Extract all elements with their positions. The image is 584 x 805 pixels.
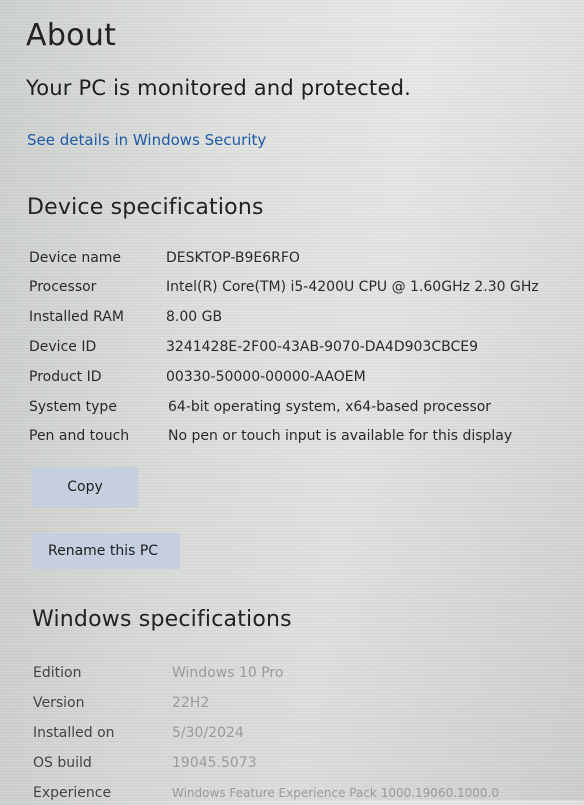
spec-label: Product ID xyxy=(29,369,102,385)
protection-status-text: Your PC is monitored and protected. xyxy=(26,76,411,100)
spec-label: OS build xyxy=(33,755,92,771)
spec-label: Device ID xyxy=(29,339,97,355)
spec-value: 64-bit operating system, x64-based proce… xyxy=(168,399,492,415)
rename-pc-button[interactable]: Rename this PC xyxy=(32,533,180,569)
spec-value: DESKTOP-B9E6RFO xyxy=(166,250,300,266)
windows-security-link[interactable]: See details in Windows Security xyxy=(27,131,266,149)
spec-value: Windows Feature Experience Pack 1000.190… xyxy=(172,786,500,800)
copy-button[interactable]: Copy xyxy=(32,467,138,507)
spec-label: Pen and touch xyxy=(29,428,130,444)
spec-label: System type xyxy=(29,399,117,415)
spec-value: 00330-50000-00000-AAOEM xyxy=(166,369,366,385)
spec-label: Version xyxy=(33,695,85,711)
spec-label: Experience xyxy=(33,785,112,801)
spec-value: 5/30/2024 xyxy=(172,725,244,741)
spec-value: 19045.5073 xyxy=(172,755,257,771)
device-specifications-heading: Device specifications xyxy=(27,195,264,220)
spec-value: Intel(R) Core(TM) i5-4200U CPU @ 1.60GHz… xyxy=(166,279,539,295)
spec-value: 3241428E-2F00-43AB-9070-DA4D903CBCE9 xyxy=(166,339,478,355)
spec-value: Windows 10 Pro xyxy=(172,665,284,681)
spec-label: Installed on xyxy=(33,725,115,741)
spec-value: 8.00 GB xyxy=(166,309,223,325)
windows-specifications-heading: Windows specifications xyxy=(32,607,292,632)
spec-label: Installed RAM xyxy=(29,309,124,325)
spec-label: Edition xyxy=(33,665,82,681)
spec-label: Device name xyxy=(29,250,122,266)
spec-value: 22H2 xyxy=(172,695,210,711)
spec-label: Processor xyxy=(29,279,97,295)
page-title: About xyxy=(26,18,117,53)
spec-value: No pen or touch input is available for t… xyxy=(168,428,513,444)
